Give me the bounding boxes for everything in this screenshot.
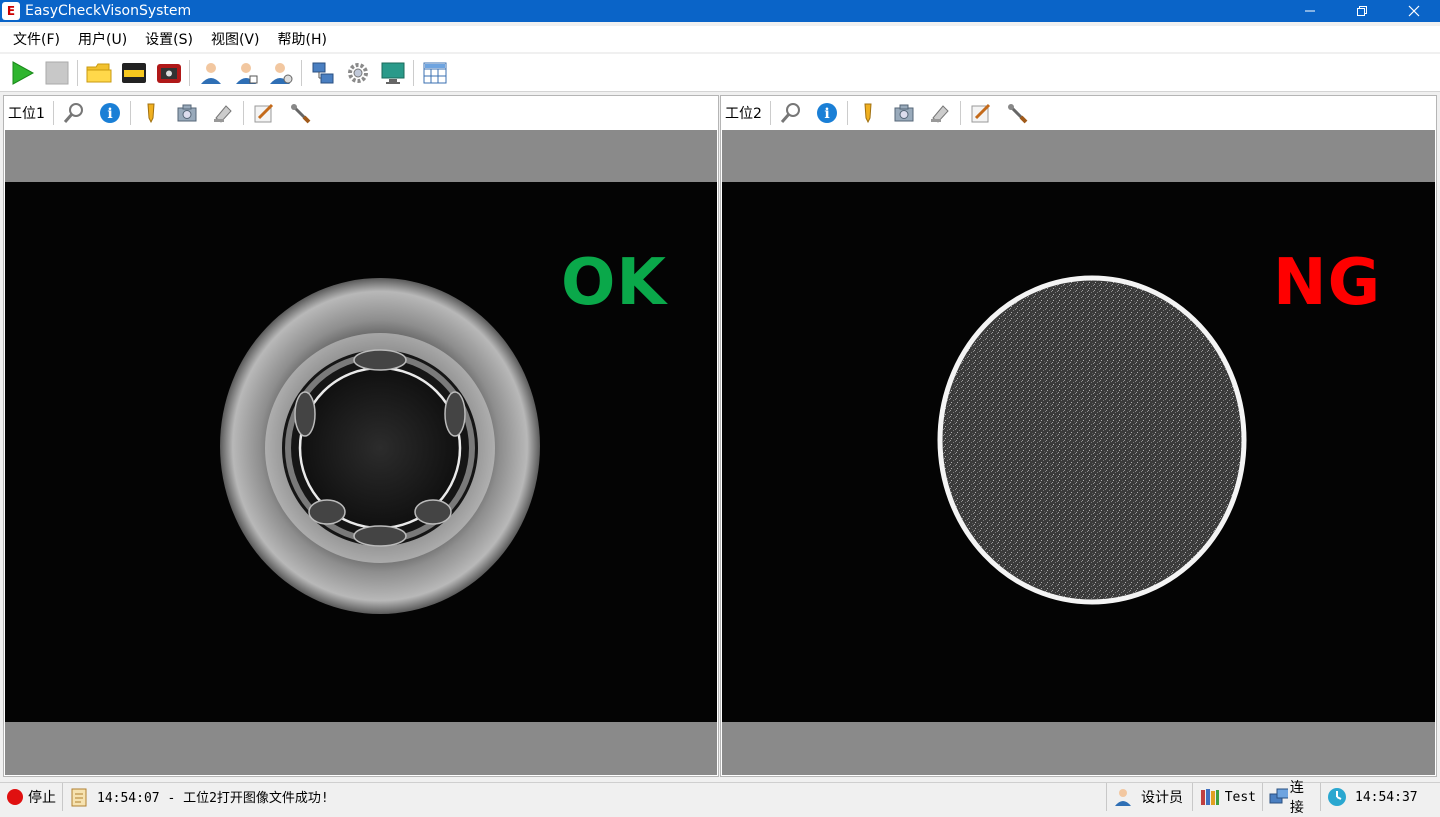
station-1-viewport[interactable]: OK: [5, 130, 717, 775]
pen-icon[interactable]: [853, 98, 883, 128]
station-2-viewport[interactable]: NG: [722, 130, 1435, 775]
station-1-label: 工位1: [8, 106, 45, 122]
user-role-label: 设计员: [1141, 790, 1183, 806]
stop-status-icon: [7, 788, 23, 805]
user-role: 设计员: [1106, 783, 1192, 811]
toolbar-divider: [242, 101, 244, 125]
edit-icon[interactable]: [966, 98, 996, 128]
menu-user[interactable]: 用户(U): [71, 29, 138, 49]
info-icon[interactable]: i: [812, 98, 842, 128]
status-right: 设计员 Test 连接 14:54:37: [1106, 780, 1440, 816]
app-logo-icon: E: [2, 2, 20, 20]
network-icon[interactable]: [307, 57, 339, 89]
user-settings-icon[interactable]: [265, 57, 297, 89]
close-button[interactable]: [1388, 0, 1440, 22]
zoom-icon[interactable]: [59, 98, 89, 128]
toolbar-divider: [846, 101, 848, 125]
menu-help[interactable]: 帮助(H): [270, 29, 337, 49]
run-state-label: 停止: [28, 789, 56, 806]
project-label: Test: [1224, 789, 1256, 805]
menu-settings[interactable]: 设置(S): [138, 29, 204, 49]
play-icon[interactable]: [6, 57, 38, 89]
user-icon: [1115, 789, 1131, 806]
menu-bar: 文件(F) 用户(U) 设置(S) 视图(V) 帮助(H): [0, 26, 1440, 52]
run-state: 停止: [0, 782, 63, 811]
stamp-icon[interactable]: [925, 98, 955, 128]
minimize-button[interactable]: [1284, 0, 1336, 22]
toolbar-divider: [77, 59, 78, 86]
monitor-icon[interactable]: [377, 57, 409, 89]
station-2-camera-image: NG: [722, 182, 1435, 722]
station-1-toolbar: 工位1 i: [4, 96, 718, 130]
main-toolbar: [0, 54, 1440, 92]
user-login-icon[interactable]: [195, 57, 227, 89]
station-2-panel: 工位2 i NG: [720, 95, 1437, 777]
connection-label: 连接: [1289, 780, 1304, 816]
clock-icon: [1328, 788, 1346, 806]
title-bar: E EasyCheckVisonSystem: [0, 0, 1440, 22]
menu-file[interactable]: 文件(F): [6, 29, 71, 49]
svg-text:i: i: [107, 106, 112, 122]
toolbar-divider: [189, 59, 190, 86]
toolbar-divider: [129, 101, 131, 125]
window-title: EasyCheckVisonSystem: [25, 3, 192, 19]
station-1-result: OK: [561, 246, 667, 320]
toolbar-divider: [52, 101, 54, 125]
stamp-icon[interactable]: [208, 98, 238, 128]
info-icon[interactable]: i: [95, 98, 125, 128]
camera-icon[interactable]: [172, 98, 202, 128]
toolbar-divider: [959, 101, 961, 125]
project-name: Test: [1192, 783, 1262, 811]
network-status-icon: [1269, 788, 1288, 804]
log-message: 14:54:07 - 工位2打开图像文件成功!: [63, 783, 335, 811]
pen-icon[interactable]: [136, 98, 166, 128]
clock: 14:54:37: [1320, 783, 1440, 811]
window-controls: [1284, 0, 1440, 22]
wrench-icon[interactable]: [1002, 98, 1032, 128]
grid-layout-icon[interactable]: [419, 57, 451, 89]
toolbar-divider: [301, 59, 302, 86]
gear-icon[interactable]: [342, 57, 374, 89]
zoom-icon[interactable]: [776, 98, 806, 128]
save-icon[interactable]: [118, 57, 150, 89]
status-bar: 停止 14:54:07 - 工位2打开图像文件成功! 设计员 Test 连接 1…: [0, 780, 1440, 816]
books-icon: [1201, 789, 1219, 805]
station-1-camera-image: OK: [5, 182, 717, 722]
station-2-label: 工位2: [725, 106, 762, 122]
restore-button[interactable]: [1336, 0, 1388, 22]
station-1-panel: 工位1 i OK: [3, 95, 719, 777]
camera-icon[interactable]: [889, 98, 919, 128]
edit-icon[interactable]: [249, 98, 279, 128]
toolbar-divider: [413, 59, 414, 86]
menu-view[interactable]: 视图(V): [204, 29, 271, 49]
clock-time: 14:54:37: [1355, 789, 1418, 805]
wrench-icon[interactable]: [285, 98, 315, 128]
user-manage-icon[interactable]: [230, 57, 262, 89]
open-folder-icon[interactable]: [83, 57, 115, 89]
camera-record-icon[interactable]: [153, 57, 185, 89]
log-icon: [71, 788, 87, 806]
log-text: 14:54:07 - 工位2打开图像文件成功!: [97, 791, 329, 806]
stop-icon[interactable]: [41, 57, 73, 89]
station-2-toolbar: 工位2 i: [721, 96, 1436, 130]
svg-text:i: i: [824, 106, 829, 122]
station-2-result: NG: [1273, 246, 1382, 320]
connection-status: 连接: [1262, 780, 1320, 816]
toolbar-divider: [769, 101, 771, 125]
